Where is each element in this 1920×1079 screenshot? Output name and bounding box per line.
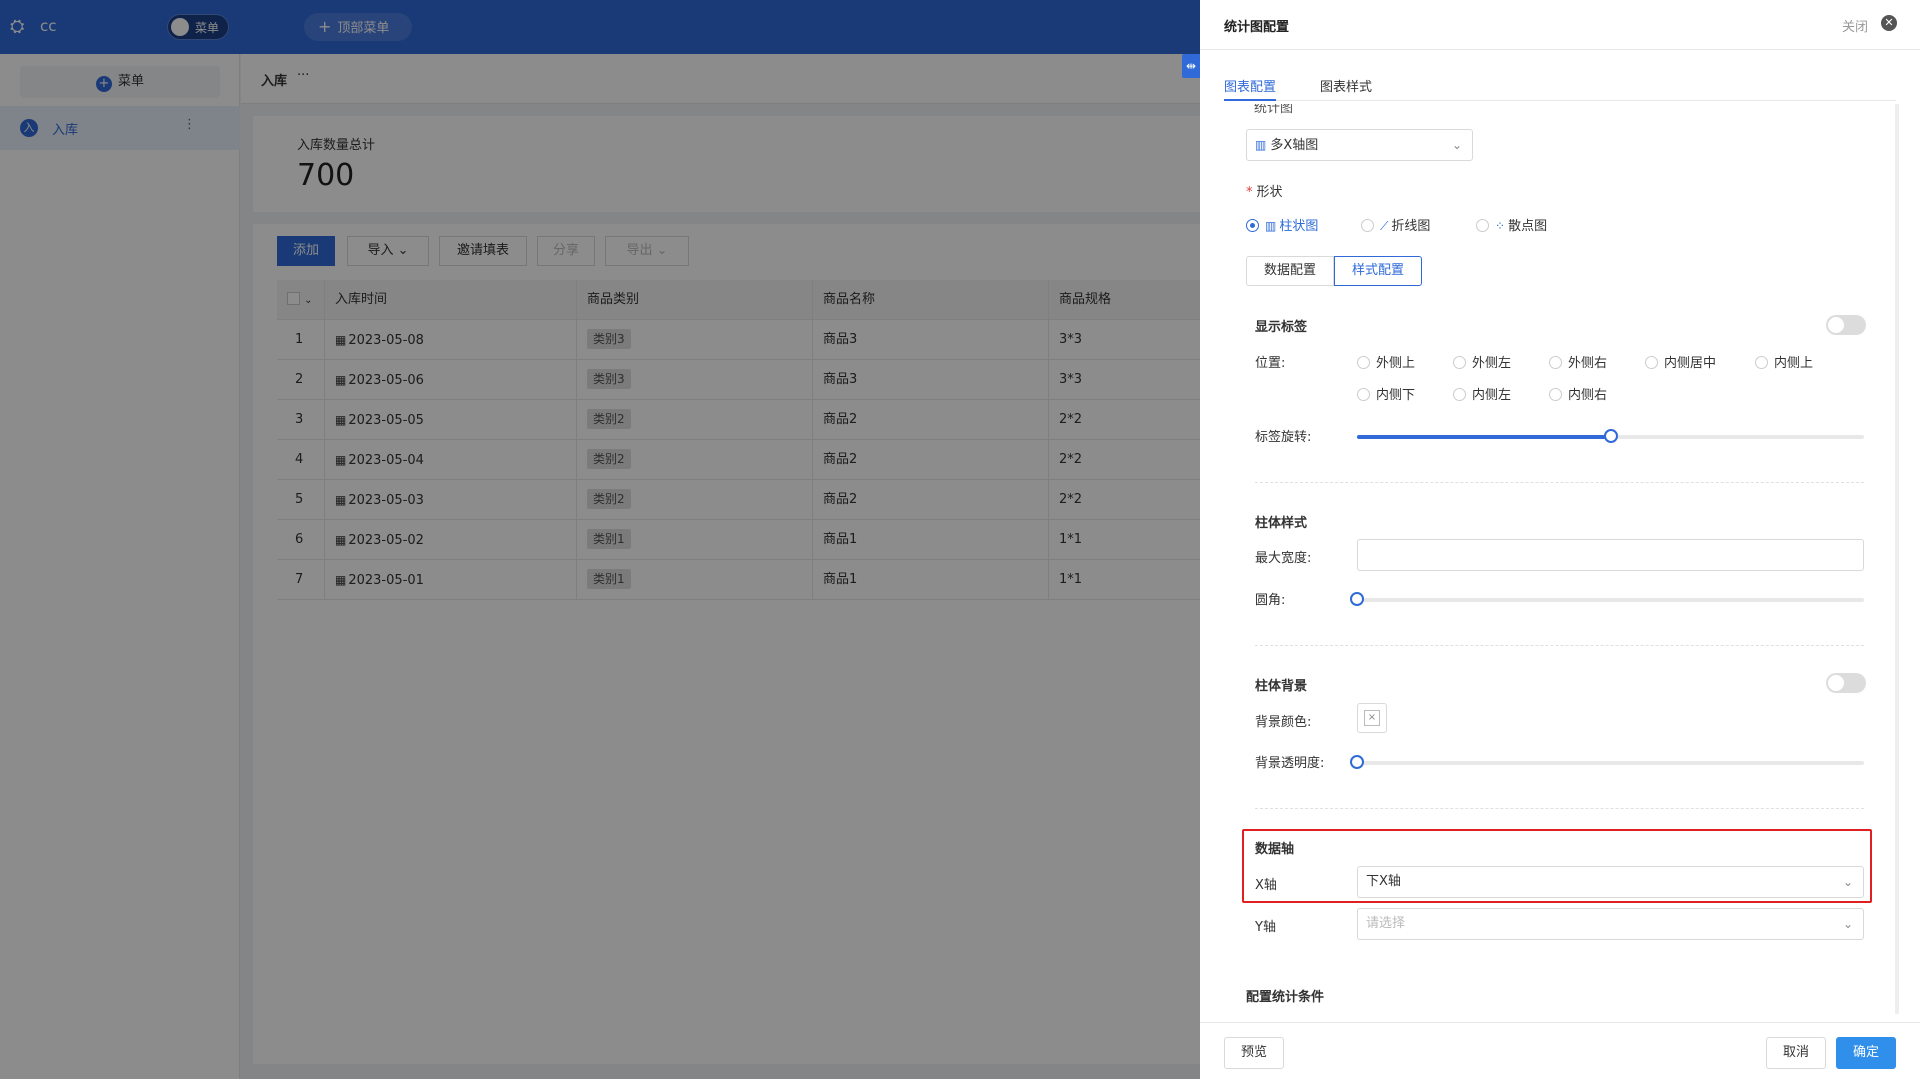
position-option-label: 内侧上 xyxy=(1774,356,1814,371)
position-radio[interactable]: 外侧右 xyxy=(1549,352,1607,371)
shape-radio-scatter[interactable]: ⁘ 散点图 xyxy=(1476,215,1547,234)
empty-color-icon: × xyxy=(1364,710,1380,726)
position-radio[interactable]: 外侧左 xyxy=(1453,352,1511,371)
radio-dot[interactable] xyxy=(1246,219,1259,232)
bar-chart-icon: ▥ xyxy=(1265,219,1277,233)
radio-dot[interactable] xyxy=(1453,388,1466,401)
position-radio[interactable]: 外侧上 xyxy=(1357,352,1415,371)
bg-color-label: 背景颜色: xyxy=(1255,715,1312,730)
cancel-button[interactable]: 取消 xyxy=(1766,1037,1826,1069)
chart-config-drawer: 统计图配置 关闭 ✕ 图表配置 图表样式 统计图 ▥ 多X轴图 ⌄ * 形状 ▥ 柱状… xyxy=(1200,0,1920,1079)
radio-dot[interactable] xyxy=(1645,356,1658,369)
slider-handle[interactable] xyxy=(1603,429,1618,443)
radius-slider[interactable] xyxy=(1350,592,1864,606)
divider xyxy=(1255,482,1864,483)
shape-option-label: 折线图 xyxy=(1391,219,1431,234)
required-mark: * xyxy=(1246,185,1253,200)
switch-knob xyxy=(1828,675,1844,691)
preview-button[interactable]: 预览 xyxy=(1224,1037,1284,1069)
shape-label-text: 形状 xyxy=(1256,185,1283,200)
rotation-slider[interactable] xyxy=(1357,429,1864,443)
radio-dot[interactable] xyxy=(1549,356,1562,369)
position-radio[interactable]: 内侧下 xyxy=(1357,384,1415,403)
shape-radio-bar[interactable]: ▥ 柱状图 xyxy=(1246,215,1318,234)
radio-dot[interactable] xyxy=(1361,219,1374,232)
slider-fill xyxy=(1357,435,1611,439)
drawer-footer: 预览 取消 确定 xyxy=(1200,1022,1920,1079)
radius-label: 圆角: xyxy=(1255,593,1286,608)
line-chart-icon: ⟋ xyxy=(1380,219,1389,233)
bar-background-title: 柱体背景 xyxy=(1255,679,1308,694)
position-radio[interactable]: 内侧上 xyxy=(1755,352,1813,371)
slider-handle[interactable] xyxy=(1350,755,1364,769)
resize-handle-icon[interactable]: ⇹ xyxy=(1182,54,1200,78)
opacity-slider[interactable] xyxy=(1350,755,1864,769)
shape-option-label: 散点图 xyxy=(1508,219,1548,234)
radio-dot[interactable] xyxy=(1476,219,1489,232)
radio-dot[interactable] xyxy=(1453,356,1466,369)
chart-type-label: 统计图 xyxy=(1254,104,1294,116)
position-option-label: 内侧左 xyxy=(1472,388,1512,403)
position-option-label: 内侧居中 xyxy=(1664,356,1717,371)
position-radio[interactable]: 内侧居中 xyxy=(1645,352,1716,371)
position-option-label: 外侧上 xyxy=(1376,356,1416,371)
show-label-title: 显示标签 xyxy=(1255,320,1308,335)
tab-chart-config[interactable]: 图表配置 xyxy=(1224,76,1277,101)
data-config-tab[interactable]: 数据配置 xyxy=(1246,256,1334,286)
y-axis-label: Y轴 xyxy=(1255,920,1276,935)
drawer-tabs: 图表配置 图表样式 xyxy=(1224,76,1896,101)
position-option-label: 内侧右 xyxy=(1568,388,1608,403)
radio-dot[interactable] xyxy=(1755,356,1768,369)
shape-label: * 形状 xyxy=(1246,181,1283,200)
bar-chart-icon: ▥ xyxy=(1255,138,1267,152)
chart-type-select[interactable]: ▥ 多X轴图 ⌄ xyxy=(1246,129,1473,161)
bar-background-switch[interactable] xyxy=(1826,673,1866,693)
shape-option-label: 柱状图 xyxy=(1279,219,1319,234)
scrollbar[interactable] xyxy=(1895,104,1899,1014)
show-label-switch[interactable] xyxy=(1826,315,1866,335)
y-axis-placeholder: 请选择 xyxy=(1366,916,1406,931)
switch-knob xyxy=(1828,317,1844,333)
position-option-label: 外侧左 xyxy=(1472,356,1512,371)
confirm-button[interactable]: 确定 xyxy=(1836,1037,1896,1069)
close-icon[interactable]: ✕ xyxy=(1881,15,1897,31)
max-width-label: 最大宽度: xyxy=(1255,551,1312,566)
radio-dot[interactable] xyxy=(1357,356,1370,369)
bg-opacity-label: 背景透明度: xyxy=(1255,756,1325,771)
tab-chart-style[interactable]: 图表样式 xyxy=(1320,76,1372,101)
radio-dot[interactable] xyxy=(1357,388,1370,401)
bar-style-title: 柱体样式 xyxy=(1255,516,1308,531)
drawer-header: 统计图配置 关闭 ✕ xyxy=(1200,0,1920,50)
bg-color-picker[interactable]: × xyxy=(1357,703,1387,733)
position-radio[interactable]: 内侧右 xyxy=(1549,384,1607,403)
scatter-chart-icon: ⁘ xyxy=(1495,219,1506,233)
chevron-down-icon: ⌄ xyxy=(1842,917,1853,931)
position-label: 位置: xyxy=(1255,356,1286,371)
y-axis-select[interactable]: 请选择 ⌄ xyxy=(1357,908,1864,940)
divider xyxy=(1255,645,1864,646)
drawer-title: 统计图配置 xyxy=(1224,20,1290,35)
max-width-input[interactable] xyxy=(1357,539,1864,571)
slider-handle[interactable] xyxy=(1350,592,1364,606)
shape-radio-line[interactable]: ⟋ 折线图 xyxy=(1361,215,1430,234)
chart-type-value: 多X轴图 xyxy=(1270,138,1319,153)
radio-dot[interactable] xyxy=(1549,388,1562,401)
position-option-label: 内侧下 xyxy=(1376,388,1416,403)
modal-mask[interactable] xyxy=(0,0,1200,1079)
divider xyxy=(1255,808,1864,809)
position-radio[interactable]: 内侧左 xyxy=(1453,384,1511,403)
highlight-box xyxy=(1242,829,1872,903)
close-label[interactable]: 关闭 xyxy=(1842,16,1868,35)
position-option-label: 外侧右 xyxy=(1568,356,1608,371)
style-config-tab[interactable]: 样式配置 xyxy=(1334,256,1422,286)
chevron-down-icon: ⌄ xyxy=(1451,138,1462,152)
rotation-label: 标签旋转: xyxy=(1255,430,1312,445)
condition-title: 配置统计条件 xyxy=(1246,990,1325,1005)
